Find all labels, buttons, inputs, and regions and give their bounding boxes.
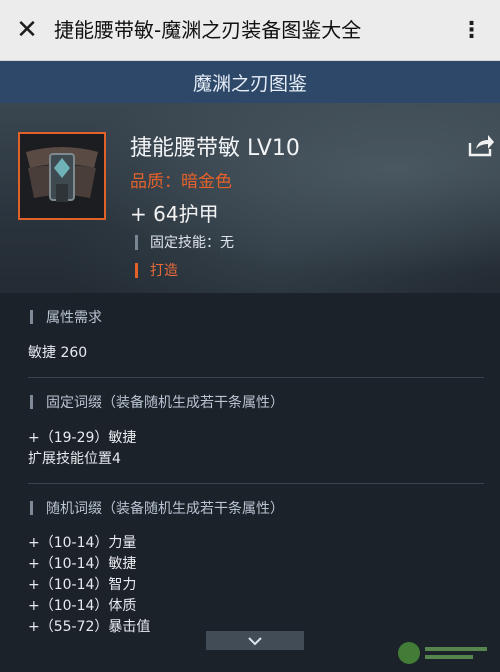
more-icon[interactable]: ⋮ <box>454 13 488 47</box>
requirement-line: 敏捷 260 <box>28 345 88 361</box>
item-quality: 品质：暗金色 <box>130 172 232 192</box>
fixed-skill: 固定技能：无 <box>135 232 234 252</box>
close-icon[interactable]: ✕ <box>10 13 44 47</box>
expand-button[interactable] <box>206 631 304 650</box>
random-affix-line: +（10-14）力量 <box>28 535 137 551</box>
chevron-down-icon <box>248 636 262 645</box>
divider <box>28 377 484 378</box>
requirements-title: 属性需求 <box>30 307 102 327</box>
requirements-title-text: 属性需求 <box>46 310 102 326</box>
section-bar <box>135 234 138 250</box>
random-affix-line: +（10-14）体质 <box>28 598 137 614</box>
page-title: 捷能腰带敏-魔渊之刃装备图鉴大全 <box>54 18 362 42</box>
fixed-affix-line: +（19-29）敏捷 <box>28 430 137 446</box>
random-affix-line: +（10-14）敏捷 <box>28 556 137 572</box>
random-affix-line: +（55-72）暴击值 <box>28 619 151 635</box>
fixed-affixes-title: 固定词缀（装备随机生成若干条属性） <box>30 392 284 412</box>
item-thumbnail <box>18 132 106 220</box>
item-name: 捷能腰带敏 LV10 <box>130 136 300 161</box>
fixed-affix-line: 扩展技能位置4 <box>28 451 121 467</box>
share-icon[interactable] <box>468 133 494 157</box>
section-header: 魔渊之刃图鉴 <box>0 61 500 103</box>
item-armor: + 64护甲 <box>130 202 219 226</box>
craft-label: 打造 <box>150 263 178 279</box>
app-bar: ✕ 捷能腰带敏-魔渊之刃装备图鉴大全 ⋮ <box>0 0 500 61</box>
section-bar <box>30 501 33 515</box>
craft-link[interactable]: 打造 <box>135 260 178 280</box>
random-affixes-title: 随机词缀（装备随机生成若干条属性） <box>30 498 284 518</box>
section-bar <box>30 310 33 324</box>
watermark-logo <box>395 638 495 668</box>
fixed-skill-label: 固定技能：无 <box>150 235 234 251</box>
random-affixes-title-text: 随机词缀（装备随机生成若干条属性） <box>46 501 284 517</box>
section-bar <box>135 262 138 278</box>
random-affix-line: +（10-14）智力 <box>28 577 137 593</box>
section-bar <box>30 395 33 409</box>
belt-icon <box>20 134 104 218</box>
item-hero: 捷能腰带敏 LV10 品质：暗金色 + 64护甲 固定技能：无 打造 <box>0 103 500 293</box>
divider <box>28 483 484 484</box>
fixed-affixes-title-text: 固定词缀（装备随机生成若干条属性） <box>46 395 284 411</box>
